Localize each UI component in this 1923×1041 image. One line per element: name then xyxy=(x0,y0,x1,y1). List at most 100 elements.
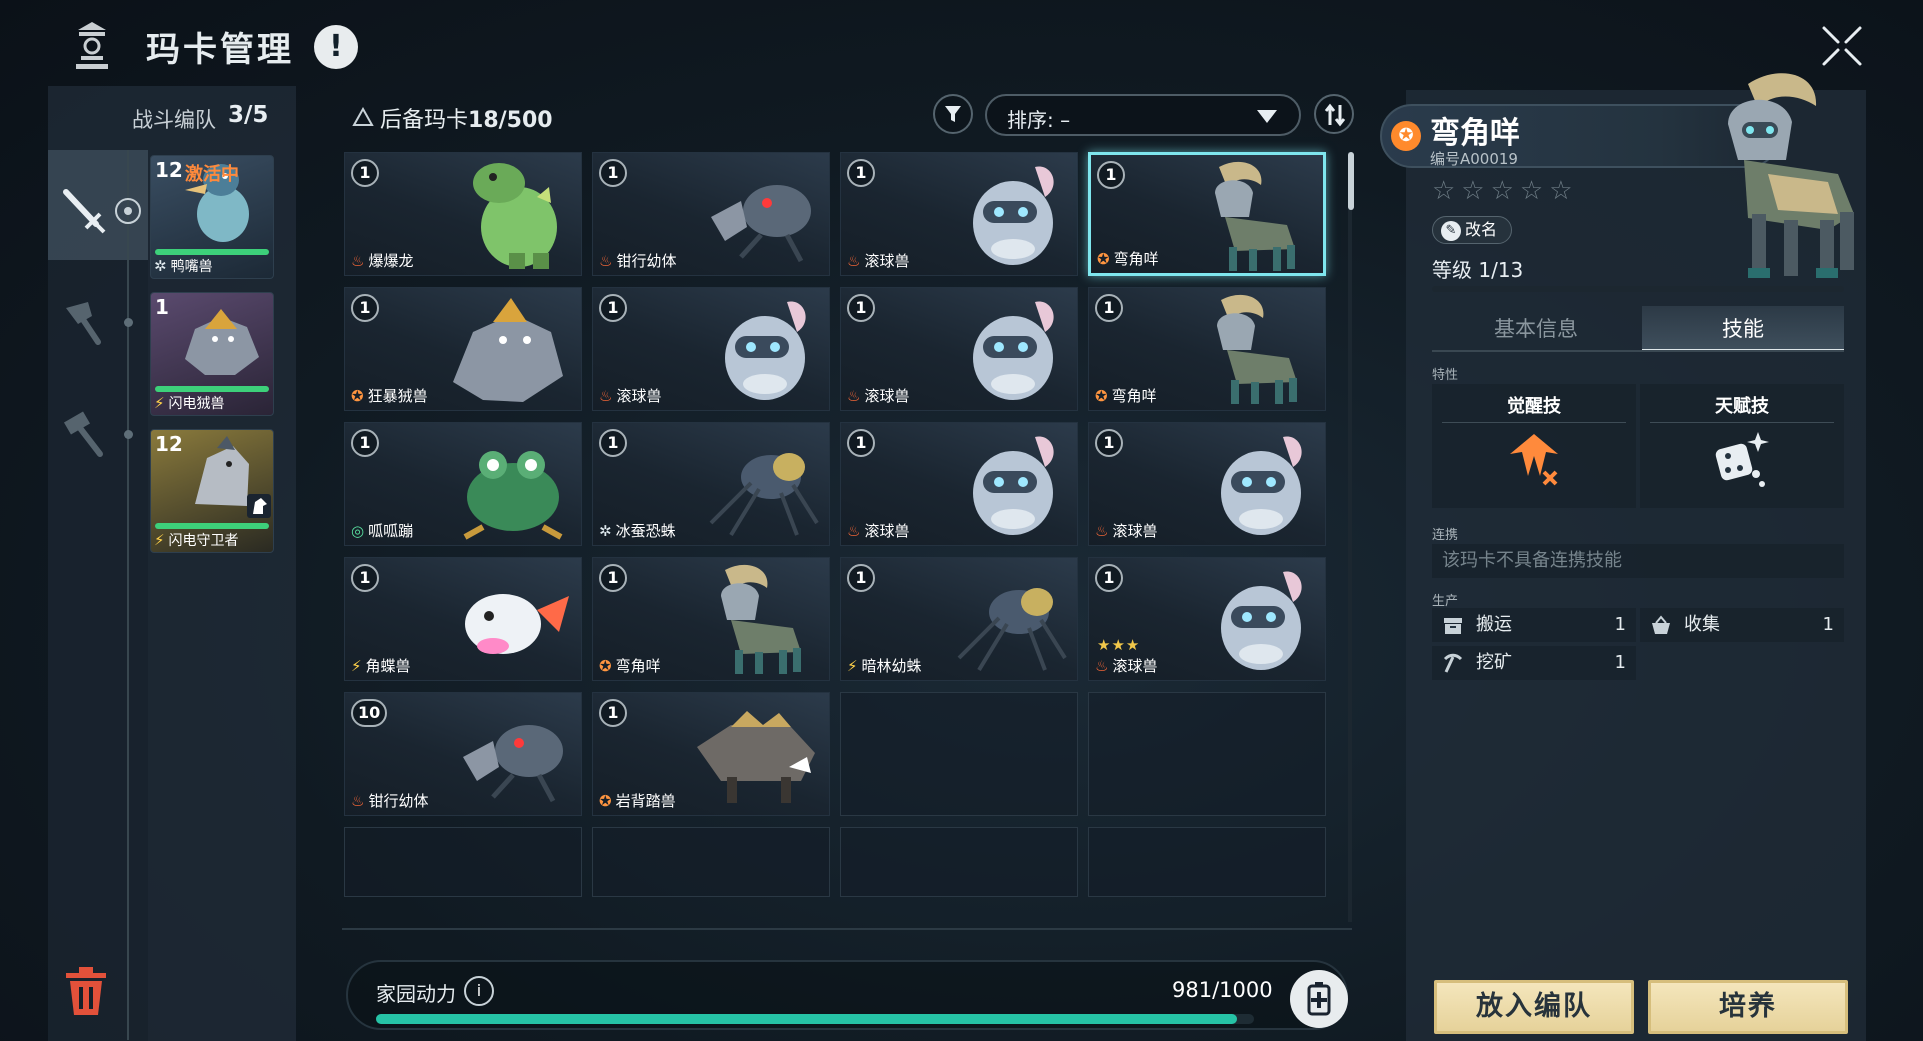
fire-element-icon: ♨ xyxy=(847,252,861,270)
rollball-creature-art xyxy=(1221,571,1302,670)
card-name-text: 钳行幼体 xyxy=(616,252,677,270)
production-name: 挖矿 xyxy=(1476,652,1512,673)
reserve-card[interactable]: 1 ♨ 滚球兽 xyxy=(592,287,830,411)
fire-element-icon: ♨ xyxy=(1095,657,1109,675)
reserve-card[interactable]: 1 ♨ 滚球兽 xyxy=(840,422,1078,546)
reserve-card[interactable]: 1 ★★★ ♨ 滚球兽 xyxy=(1088,557,1326,681)
card-level-badge: 1 xyxy=(847,294,875,322)
crab-creature-art xyxy=(463,725,563,803)
scrollbar-track[interactable] xyxy=(1348,152,1352,922)
team-member-card[interactable]: 12 ⚡ 闪电守卫者 xyxy=(150,429,274,553)
detail-level: 等级 1/13 xyxy=(1432,258,1524,282)
production-row: 收集 1 xyxy=(1640,608,1844,642)
reserve-card[interactable]: 1 ♨ 爆爆龙 xyxy=(344,152,582,276)
empty-card-slot[interactable] xyxy=(840,692,1078,816)
production-name: 搬运 xyxy=(1476,614,1512,635)
link-skill-text: 该玛卡不具备连携技能 xyxy=(1432,544,1844,578)
tab-skill[interactable]: 技能 xyxy=(1642,306,1844,352)
neutral-element-icon: ✪ xyxy=(599,657,612,675)
reserve-card[interactable]: 1 ✪ 弯角咩 xyxy=(1088,287,1326,411)
fire-element-icon: ♨ xyxy=(351,792,365,810)
reserve-card[interactable]: 1 ✪ 狂暴狨兽 xyxy=(344,287,582,411)
reserve-card[interactable]: 1 ⚡ 角蝶兽 xyxy=(344,557,582,681)
crab-creature-art xyxy=(711,185,811,263)
team-member-card[interactable]: 1 ⚡ 闪电狨兽 xyxy=(150,292,274,416)
reserve-title: 后备玛卡18/500 xyxy=(380,102,553,134)
reserve-card[interactable]: 1 ✪ 弯角咩 xyxy=(592,557,830,681)
reserve-card[interactable]: 1 ✪ 岩背踏兽 xyxy=(592,692,830,816)
fire-element-icon: ♨ xyxy=(599,252,613,270)
member-hp-bar xyxy=(155,249,269,255)
card-name: ♨ 钳行幼体 xyxy=(351,790,428,811)
empty-card-slot[interactable] xyxy=(592,827,830,897)
sort-dropdown[interactable]: 排序: – xyxy=(985,94,1301,136)
power-value: 981/1000 xyxy=(1172,978,1273,1002)
rollball-creature-art xyxy=(973,301,1054,400)
horse-icon xyxy=(247,494,271,518)
bolt-element-icon: ⚡ xyxy=(154,394,165,412)
sword-icon[interactable] xyxy=(56,184,108,236)
empty-card-slot[interactable] xyxy=(1088,692,1326,816)
trash-icon[interactable] xyxy=(62,965,110,1017)
reserve-card[interactable]: 10 ♨ 钳行幼体 xyxy=(344,692,582,816)
skill-divider xyxy=(1442,422,1626,423)
filter-button[interactable] xyxy=(933,94,973,134)
spider-creature-art xyxy=(709,453,819,537)
add-to-team-button[interactable]: 放入编队 xyxy=(1434,980,1634,1034)
neutral-element-icon: ✪ xyxy=(1097,250,1110,268)
member-name-text: 鸭嘴兽 xyxy=(170,259,213,275)
card-name-text: 冰蚕恐蛛 xyxy=(615,522,676,540)
reserve-count: 18/500 xyxy=(468,108,553,133)
info-icon[interactable]: i xyxy=(464,976,494,1006)
fire-element-icon: ♨ xyxy=(847,387,861,405)
fire-element-icon: ♨ xyxy=(351,252,365,270)
member-hp-bar xyxy=(155,386,269,392)
claw-strike-icon xyxy=(1510,434,1558,486)
team-member-card[interactable]: 12 激活中 ✲ 鸭嘴兽 xyxy=(150,155,274,279)
scrollbar-thumb[interactable] xyxy=(1348,152,1354,210)
rail-dot xyxy=(124,318,133,327)
tab-basic-info[interactable]: 基本信息 xyxy=(1432,306,1640,352)
dino-creature-art xyxy=(473,163,557,269)
close-icon[interactable] xyxy=(1818,22,1866,70)
card-name-text: 角蝶兽 xyxy=(365,657,411,675)
curved-horn-goat-portrait xyxy=(1728,73,1854,278)
reserve-card[interactable]: 1 ✪ 弯角咩 xyxy=(1088,152,1326,276)
card-star-rating: ★★★ xyxy=(1097,636,1141,654)
reserve-card[interactable]: 1 ♨ 滚球兽 xyxy=(840,152,1078,276)
link-section-label: 连携 xyxy=(1432,528,1459,543)
card-name: ◎ 呱呱蹦 xyxy=(351,520,413,541)
sort-order-button[interactable] xyxy=(1314,94,1354,134)
ice-element-icon: ✲ xyxy=(154,257,167,275)
card-name: ✪ 岩背踏兽 xyxy=(599,790,676,811)
warning-triangle-icon xyxy=(352,107,374,126)
card-level-badge: 1 xyxy=(847,429,875,457)
talent-skill-card[interactable]: 天赋技 xyxy=(1640,384,1844,508)
detail-name: 弯角咩 xyxy=(1430,116,1520,151)
bolt-element-icon: ⚡ xyxy=(154,531,165,549)
reserve-card[interactable]: 1 ♨ 滚球兽 xyxy=(840,287,1078,411)
axe-icon[interactable] xyxy=(58,296,110,348)
reserve-card[interactable]: 1 ◎ 呱呱蹦 xyxy=(344,422,582,546)
card-level-badge: 1 xyxy=(1095,564,1123,592)
reserve-card[interactable]: 1 ✲ 冰蚕恐蛛 xyxy=(592,422,830,546)
tab-divider xyxy=(1432,350,1844,352)
empty-card-slot[interactable] xyxy=(344,827,582,897)
card-level-badge: 1 xyxy=(599,294,627,322)
reserve-card[interactable]: 1 ♨ 钳行幼体 xyxy=(592,152,830,276)
help-button[interactable]: ! xyxy=(314,25,358,69)
empty-card-slot[interactable] xyxy=(1088,827,1326,897)
train-button[interactable]: 培养 xyxy=(1648,980,1848,1034)
reserve-card[interactable]: 1 ⚡ 暗林幼蛛 xyxy=(840,557,1078,681)
rename-button[interactable]: ✎ 改名 xyxy=(1432,216,1513,244)
battery-button[interactable] xyxy=(1290,970,1348,1028)
awaken-skill-card[interactable]: 觉醒技 xyxy=(1432,384,1636,508)
card-name-text: 滚球兽 xyxy=(864,522,910,540)
rollball-creature-art xyxy=(973,436,1054,535)
hammer-icon[interactable] xyxy=(58,408,110,460)
empty-card-slot[interactable] xyxy=(840,827,1078,897)
reserve-card[interactable]: 1 ♨ 滚球兽 xyxy=(1088,422,1326,546)
member-active-status: 激活中 xyxy=(185,164,239,185)
card-name: ♨ 滚球兽 xyxy=(1095,520,1157,541)
card-name-text: 滚球兽 xyxy=(864,252,910,270)
